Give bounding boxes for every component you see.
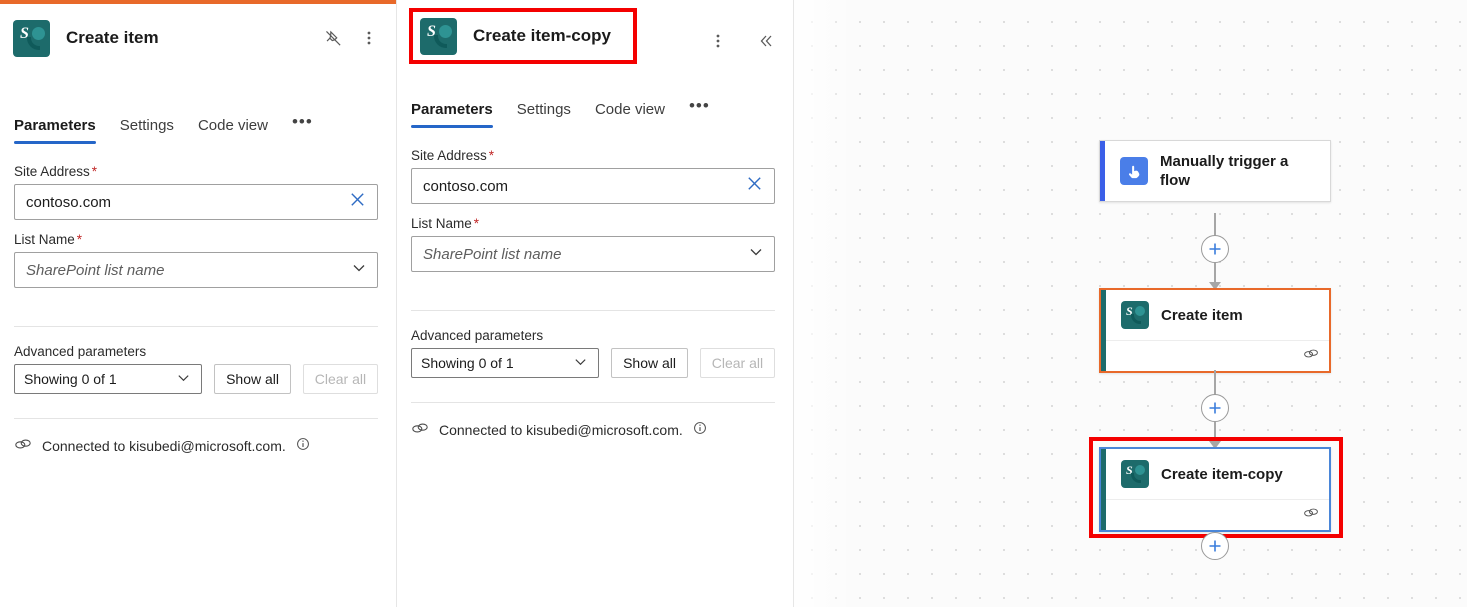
advanced-showing-select[interactable]: Showing 0 of 1	[14, 364, 203, 394]
input-placeholder: SharePoint list name	[423, 245, 562, 263]
panel-title: Create item	[66, 28, 159, 47]
node-label: Create item	[1161, 306, 1243, 324]
more-vertical-icon[interactable]	[703, 26, 733, 56]
sharepoint-icon: S	[420, 17, 457, 55]
advanced-showing-value: Showing 0 of 1	[24, 371, 117, 387]
connection-text: Connected to kisubedi@microsoft.com.	[439, 421, 683, 438]
advanced-showing-select[interactable]: Showing 0 of 1	[411, 348, 600, 378]
node-label: Create item-copy	[1161, 465, 1283, 483]
field-label: List Name *	[411, 216, 480, 231]
add-step-button-2[interactable]	[1201, 394, 1229, 422]
tab-overflow-icon[interactable]: •••	[292, 112, 313, 144]
link-icon[interactable]	[1303, 347, 1319, 365]
advanced-parameters-row: Showing 0 of 1 Show all Clear all	[14, 364, 378, 394]
tab-overflow-icon[interactable]: •••	[689, 96, 710, 128]
advanced-parameters-section: Advanced parameters Showing 0 of 1 Show …	[397, 311, 793, 378]
flow-node-create-item-copy[interactable]: S Create item-copy	[1099, 447, 1331, 532]
node-header: S Create item-copy	[1101, 449, 1329, 499]
tab-code-view[interactable]: Code view	[595, 101, 665, 128]
action-panel-create-item: S Create item Parameters Settings Code v…	[0, 0, 396, 607]
clear-all-button: Clear all	[302, 364, 378, 394]
required-asterisk: *	[91, 164, 98, 179]
sharepoint-icon: S	[1121, 460, 1149, 488]
collapse-chevrons-icon[interactable]	[751, 26, 781, 56]
unpin-icon[interactable]	[318, 23, 348, 53]
panel-tabs: Parameters Settings Code view •••	[397, 82, 793, 128]
advanced-parameters-label: Advanced parameters	[14, 344, 147, 359]
node-header: S Create item	[1101, 290, 1329, 340]
connection-status: Connected to kisubedi@microsoft.com.	[397, 403, 793, 439]
manual-trigger-icon	[1120, 157, 1148, 185]
parameters-form: Site Address * contoso.com List Name * Sh	[0, 144, 396, 288]
show-all-button[interactable]: Show all	[214, 364, 291, 394]
field-label: Site Address *	[14, 164, 98, 179]
add-step-button-3[interactable]	[1201, 532, 1229, 560]
clear-all-button: Clear all	[699, 348, 775, 378]
link-icon	[14, 436, 32, 455]
chevron-down-icon[interactable]	[748, 244, 764, 265]
field-label: List Name *	[14, 232, 83, 247]
parameters-form: Site Address * contoso.com List Name * Sh	[397, 128, 793, 272]
list-name-dropdown[interactable]: SharePoint list name	[14, 252, 378, 288]
app-root: S Create item Parameters Settings Code v…	[0, 0, 1467, 607]
add-step-button-1[interactable]	[1201, 235, 1229, 263]
chevron-down-icon[interactable]	[573, 354, 588, 372]
input-value: contoso.com	[423, 177, 509, 195]
node-footer	[1106, 340, 1329, 371]
list-name-dropdown[interactable]: SharePoint list name	[411, 236, 775, 272]
connection-status: Connected to kisubedi@microsoft.com.	[0, 419, 396, 455]
connection-text: Connected to kisubedi@microsoft.com.	[42, 437, 286, 454]
node-label: Manually trigger a flow	[1160, 153, 1289, 189]
more-vertical-icon[interactable]	[354, 23, 384, 53]
info-icon[interactable]	[296, 437, 310, 454]
advanced-parameters-section: Advanced parameters Showing 0 of 1 Show …	[0, 327, 396, 394]
tab-settings[interactable]: Settings	[120, 117, 174, 144]
panel-title: Create item-copy	[473, 26, 611, 45]
flow-node-create-item[interactable]: S Create item	[1099, 288, 1331, 373]
field-list-name: List Name * SharePoint list name	[14, 232, 378, 288]
input-value: contoso.com	[26, 193, 112, 211]
clear-icon[interactable]	[348, 190, 367, 214]
tab-parameters[interactable]: Parameters	[411, 101, 493, 128]
field-site-address: Site Address * contoso.com	[411, 148, 775, 204]
node-accent-bar	[1101, 290, 1106, 371]
action-panel-create-item-copy: S Create item-copy Parameters Settings C…	[397, 0, 793, 607]
flow-node-manual-trigger[interactable]: Manually trigger a flow	[1099, 140, 1331, 202]
link-icon	[411, 420, 429, 439]
advanced-parameters-row: Showing 0 of 1 Show all Clear all	[411, 348, 775, 378]
advanced-showing-value: Showing 0 of 1	[421, 355, 514, 371]
tab-settings[interactable]: Settings	[517, 101, 571, 128]
show-all-button[interactable]: Show all	[611, 348, 688, 378]
node-accent-bar	[1100, 141, 1105, 201]
node-footer	[1106, 499, 1329, 530]
field-label: Site Address *	[411, 148, 495, 163]
chevron-down-icon[interactable]	[176, 370, 191, 388]
clear-icon[interactable]	[745, 174, 764, 198]
input-placeholder: SharePoint list name	[26, 261, 165, 279]
info-icon[interactable]	[693, 421, 707, 438]
sharepoint-icon: S	[1121, 301, 1149, 329]
panel-header-actions	[318, 23, 384, 53]
node-header: Manually trigger a flow	[1100, 141, 1330, 201]
tab-code-view[interactable]: Code view	[198, 117, 268, 144]
required-asterisk: *	[76, 232, 83, 247]
field-site-address: Site Address * contoso.com	[14, 164, 378, 220]
panel-header: S Create item	[0, 4, 396, 72]
site-address-input[interactable]: contoso.com	[14, 184, 378, 220]
panel-tabs: Parameters Settings Code view •••	[0, 98, 396, 144]
site-address-input[interactable]: contoso.com	[411, 168, 775, 204]
flow-canvas[interactable]: Manually trigger a flow S Create item S …	[793, 0, 1467, 607]
chevron-down-icon[interactable]	[351, 260, 367, 281]
node-accent-bar	[1101, 449, 1106, 530]
required-asterisk: *	[488, 148, 495, 163]
link-icon[interactable]	[1303, 506, 1319, 524]
panel-header: S Create item-copy	[409, 8, 637, 64]
advanced-parameters-label: Advanced parameters	[411, 328, 544, 343]
tab-parameters[interactable]: Parameters	[14, 117, 96, 144]
required-asterisk: *	[473, 216, 480, 231]
sharepoint-icon: S	[13, 19, 50, 57]
field-list-name: List Name * SharePoint list name	[411, 216, 775, 272]
panel-header-actions	[703, 26, 781, 56]
